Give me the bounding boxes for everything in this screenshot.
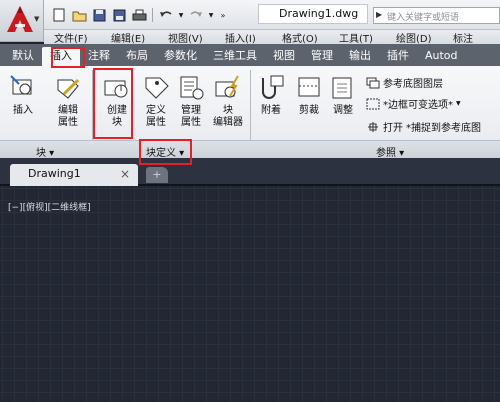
autocad-window: ▼ ▼ ▼ » Drawing1.dwg ▶ 键入关键字或短语 文件(F) 编辑… (0, 0, 500, 402)
document-tab-label: Drawing1 (28, 167, 81, 180)
create-block-label: 创建 块 (107, 105, 127, 128)
autocad-logo-icon (7, 6, 33, 32)
underlay-layers-label: 参考底图图层 (383, 79, 443, 90)
redo-icon[interactable] (187, 6, 205, 24)
create-block-button[interactable]: 创建 块 (96, 74, 138, 129)
chevron-down-icon: ▼ (34, 15, 40, 23)
new-tab-button[interactable]: + (146, 167, 168, 183)
tab-view[interactable]: 视图 (265, 47, 303, 66)
snap-icon (368, 121, 378, 132)
close-icon[interactable]: × (120, 164, 130, 184)
saveas-icon[interactable] (110, 6, 128, 24)
chevron-down-icon[interactable]: ▼ (207, 6, 215, 24)
snap-label: 打开 (383, 123, 403, 134)
chevron-down-icon[interactable]: ▼ (177, 6, 185, 24)
adjust-button[interactable]: 调整 (326, 74, 360, 117)
ribbon-panel-titles: 块 ▾ 块定义 ▾ 参照 ▾ (0, 140, 500, 159)
manage-attributes-button[interactable]: 管理 属性 (174, 74, 208, 129)
search-input[interactable]: ▶ 键入关键字或短语 (373, 7, 500, 24)
document-tab-bar: Drawing1 × + (0, 158, 500, 186)
attach-button[interactable]: 附着 (254, 74, 288, 117)
snap-option-label: *捕捉到参考底图 (406, 123, 481, 134)
underlay-layers-button[interactable]: 参考底图图层 (366, 75, 443, 90)
insert-block-icon (10, 75, 32, 95)
panel-title-block[interactable]: 块 ▾ (36, 144, 54, 159)
insert-button[interactable]: 插入 (6, 74, 40, 117)
chevron-down-icon: ▼ (456, 100, 461, 107)
define-attribute-icon (145, 77, 169, 99)
ribbon-tab-bar: 默认 插入 注释 布局 参数化 三维工具 视图 管理 输出 插件 Autod (0, 44, 500, 66)
tab-autodesk[interactable]: Autod (417, 47, 466, 66)
menu-view[interactable]: 视图(V) (158, 30, 215, 45)
menu-draw[interactable]: 绘图(D) (386, 30, 443, 45)
more-icon[interactable]: » (217, 6, 229, 24)
tab-default[interactable]: 默认 (4, 47, 42, 66)
attach-label: 附着 (261, 105, 281, 116)
menu-format[interactable]: 格式(O) (272, 30, 329, 45)
create-block-icon (104, 80, 128, 98)
menu-insert[interactable]: 插入(I) (215, 30, 272, 45)
tab-insert[interactable]: 插入 (42, 47, 80, 66)
snap-underlay-dropdown[interactable]: 打开 *捕捉到参考底图 (366, 119, 481, 134)
manage-attribute-icon (180, 76, 204, 100)
menu-dimension[interactable]: 标注 (443, 30, 500, 45)
save-icon[interactable] (90, 6, 108, 24)
new-icon[interactable] (50, 6, 68, 24)
panel-title-block-definition[interactable]: 块定义 ▾ (146, 144, 184, 159)
tab-annotate[interactable]: 注释 (80, 47, 118, 66)
block-editor-label: 块 编辑器 (213, 105, 243, 128)
print-icon[interactable] (130, 6, 148, 24)
edit-attribute-icon (57, 78, 80, 99)
tab-3d-tools[interactable]: 三维工具 (205, 47, 265, 66)
tab-layout[interactable]: 布局 (118, 47, 156, 66)
clip-label: 剪裁 (299, 105, 319, 116)
expand-right-icon[interactable]: ▶ (376, 10, 382, 19)
tab-plugins[interactable]: 插件 (379, 47, 417, 66)
block-editor-button[interactable]: 块 编辑器 (208, 74, 248, 129)
plus-icon: + (152, 168, 162, 181)
menu-edit[interactable]: 编辑(E) (101, 30, 158, 45)
open-icon[interactable] (70, 6, 88, 24)
document-tab[interactable]: Drawing1 × (10, 164, 138, 186)
menu-bar: 文件(F) 编辑(E) 视图(V) 插入(I) 格式(O) 工具(T) 绘图(D… (44, 30, 500, 45)
drawing-canvas[interactable]: [−][俯视][二维线框] (0, 186, 500, 402)
tab-parametric[interactable]: 参数化 (156, 47, 205, 66)
menu-tools[interactable]: 工具(T) (329, 30, 386, 45)
panel-title-reference[interactable]: 参照 ▾ (376, 144, 404, 159)
clip-button[interactable]: 剪裁 (292, 74, 326, 117)
quick-access-toolbar: ▼ ▼ » (50, 6, 229, 24)
adjust-label: 调整 (333, 105, 353, 116)
tab-output[interactable]: 输出 (341, 47, 379, 66)
viewport-controls[interactable]: [−][俯视][二维线框] (8, 200, 91, 213)
layers-icon (366, 77, 380, 88)
edit-attributes-label: 编辑 属性 (58, 105, 78, 128)
frame-icon (366, 98, 380, 109)
manage-attributes-label: 管理 属性 (181, 105, 201, 128)
document-title: Drawing1.dwg (258, 4, 368, 24)
edit-attributes-button[interactable]: 编辑 属性 (48, 74, 88, 129)
undo-icon[interactable] (157, 6, 175, 24)
toolbar-divider (152, 8, 153, 22)
define-attributes-button[interactable]: 定义 属性 (139, 74, 173, 129)
insert-label: 插入 (13, 105, 33, 116)
clip-icon (298, 77, 320, 97)
application-menu-button[interactable]: ▼ (0, 0, 44, 42)
search-placeholder: 键入关键字或短语 (387, 13, 460, 23)
block-editor-icon (215, 75, 239, 98)
adjust-icon (332, 77, 352, 99)
frame-option-dropdown[interactable]: *边框可变选项* ▼ (366, 96, 461, 111)
menu-file[interactable]: 文件(F) (44, 30, 101, 45)
define-attributes-label: 定义 属性 (146, 105, 166, 128)
attach-icon (262, 75, 284, 99)
tab-manage[interactable]: 管理 (303, 47, 341, 66)
frame-option-label: *边框可变选项* (383, 100, 453, 111)
